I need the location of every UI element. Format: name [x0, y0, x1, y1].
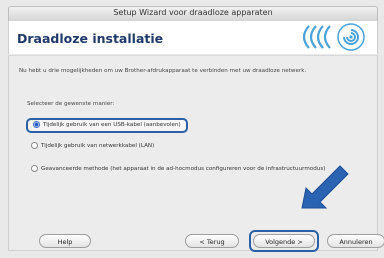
title-bar: Setup Wizard voor draadloze apparaten [8, 6, 378, 22]
selection-prompt: Selecteer de gewenste manier: [27, 101, 115, 107]
arrow-pointer-icon [301, 165, 349, 209]
back-button[interactable]: < Terug [185, 234, 239, 248]
option-advanced-label: Geavanceerde methode (het apparaat in de… [41, 166, 326, 172]
page-title: Draadloze installatie [17, 31, 164, 46]
wizard-window: Setup Wizard voor draadloze apparaten Dr… [0, 0, 384, 258]
radio-selected-icon[interactable] [33, 121, 40, 128]
option-usb-label: Tijdelijk gebruik van een USB-kabel (aan… [43, 122, 181, 128]
cancel-button[interactable]: Annuleren [327, 234, 384, 248]
option-lan-label: Tijdelijk gebruik van netwerkkabel (LAN) [41, 143, 155, 149]
help-button[interactable]: Help [39, 234, 91, 248]
wifi-brother-logo-icon [302, 23, 365, 51]
option-network-cable[interactable]: Tijdelijk gebruik van netwerkkabel (LAN) [31, 142, 155, 150]
content-panel: Nu hebt u drie mogelijkheden om uw Broth… [8, 55, 384, 252]
option-usb-cable[interactable]: Tijdelijk gebruik van een USB-kabel (aan… [26, 118, 188, 133]
header-banner: Draadloze installatie [8, 21, 378, 54]
window-title: Setup Wizard voor draadloze apparaten [113, 8, 273, 17]
radio-empty-icon[interactable] [31, 165, 38, 172]
intro-text: Nu hebt u drie mogelijkheden om uw Broth… [19, 68, 307, 74]
radio-empty-icon[interactable] [31, 142, 38, 149]
next-button[interactable]: Volgende > [253, 234, 315, 248]
